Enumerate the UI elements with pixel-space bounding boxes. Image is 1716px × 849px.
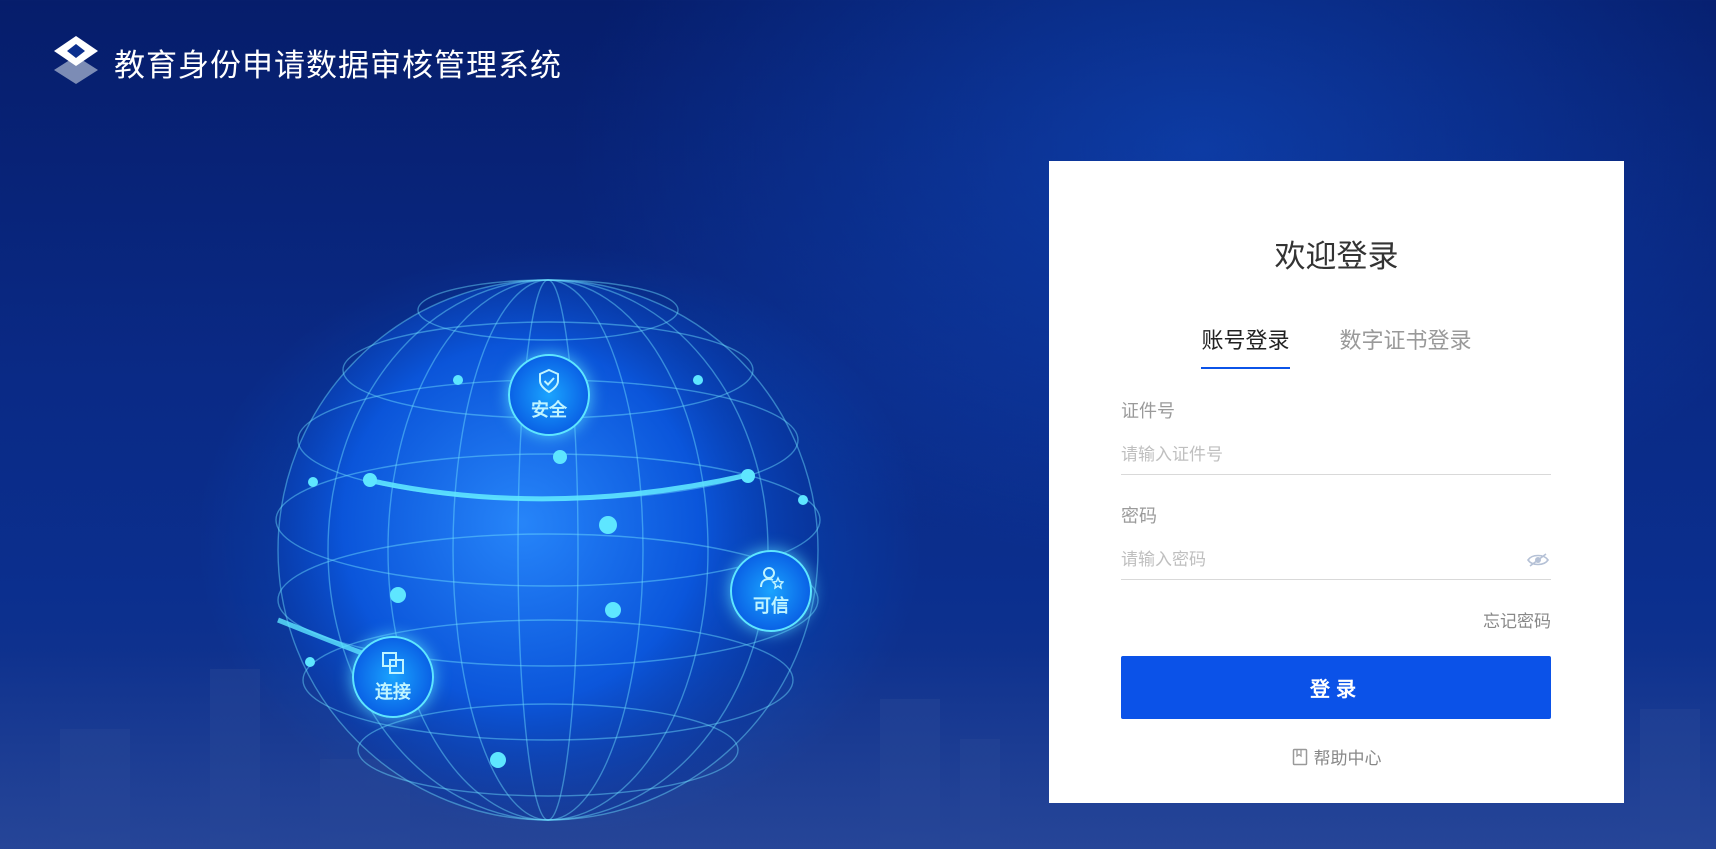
password-row bbox=[1121, 540, 1551, 580]
tab-account-login[interactable]: 账号登录 bbox=[1201, 323, 1290, 369]
badge-trusted-label: 可信 bbox=[753, 596, 789, 617]
link-squares-icon bbox=[382, 652, 404, 674]
eye-hidden-icon[interactable] bbox=[1527, 552, 1549, 567]
badge-trusted: 可信 bbox=[730, 550, 812, 632]
id-number-label: 证件号 bbox=[1121, 401, 1175, 422]
shield-check-icon bbox=[539, 368, 559, 394]
id-number-input[interactable] bbox=[1121, 444, 1551, 465]
layers-diamond-icon bbox=[52, 34, 100, 90]
forgot-password-link[interactable]: 忘记密码 bbox=[1483, 607, 1551, 632]
tab-certificate-login[interactable]: 数字证书登录 bbox=[1340, 323, 1472, 369]
password-label: 密码 bbox=[1121, 506, 1157, 527]
login-card: 欢迎登录 账号登录 数字证书登录 证件号 密码 忘记密码 登录 帮助中心 bbox=[1049, 161, 1624, 803]
user-star-icon bbox=[760, 567, 784, 590]
password-input[interactable] bbox=[1121, 549, 1527, 570]
badge-security-label: 安全 bbox=[531, 400, 567, 421]
globe-illustration: 安全 可信 连接 bbox=[258, 250, 878, 849]
login-tabs: 账号登录 数字证书登录 bbox=[1049, 323, 1624, 369]
login-button[interactable]: 登录 bbox=[1121, 656, 1551, 719]
badge-connect-label: 连接 bbox=[375, 682, 411, 703]
book-icon bbox=[1292, 748, 1307, 765]
badge-connect: 连接 bbox=[352, 636, 434, 718]
id-number-field: 证件号 bbox=[1121, 397, 1551, 475]
password-field: 密码 bbox=[1121, 502, 1551, 580]
welcome-title: 欢迎登录 bbox=[1274, 239, 1399, 275]
badge-security: 安全 bbox=[508, 354, 590, 436]
app-header: 教育身份申请数据审核管理系统 bbox=[52, 34, 562, 90]
app-title: 教育身份申请数据审核管理系统 bbox=[114, 47, 562, 84]
help-center-label: 帮助中心 bbox=[1313, 749, 1382, 769]
globe-graphic bbox=[275, 279, 821, 821]
help-center-link[interactable]: 帮助中心 bbox=[1049, 744, 1624, 769]
id-number-row bbox=[1121, 435, 1551, 475]
